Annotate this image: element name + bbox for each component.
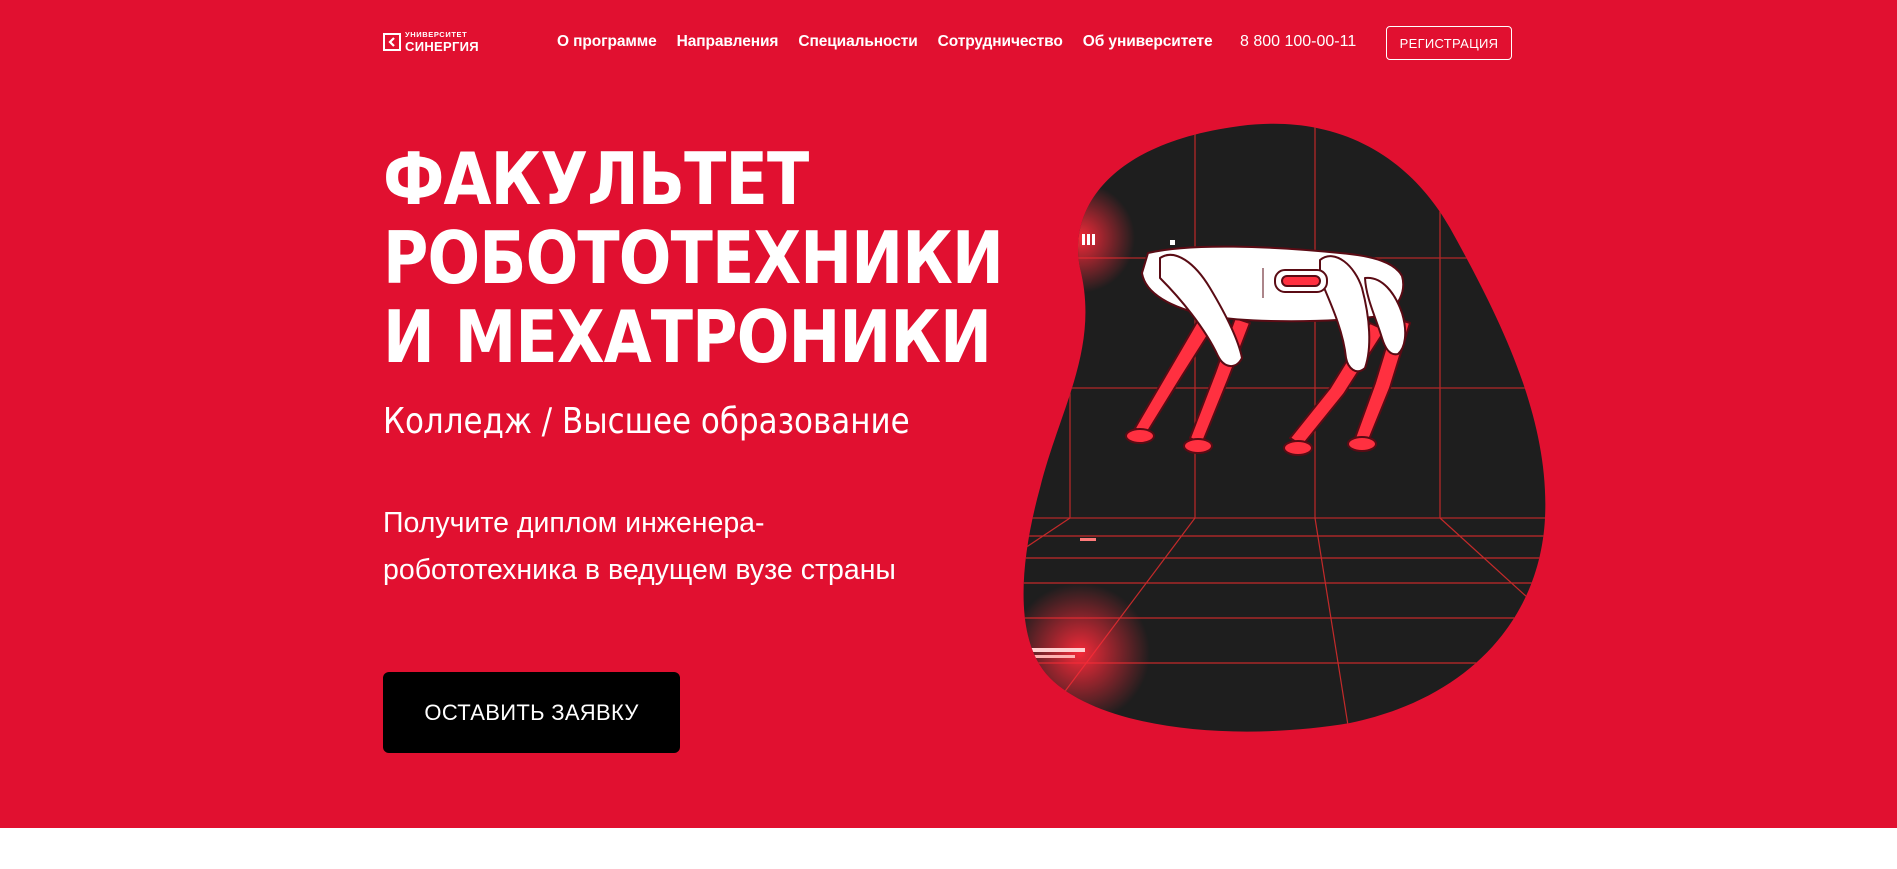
description: Получите диплом инженера- робототехника … (383, 500, 983, 594)
page-title: ФАКУЛЬТЕТ РОБОТОТЕХНИКИ И МЕХАТРОНИКИ (383, 137, 1004, 379)
logo[interactable]: УНИВЕРСИТЕТ СИНЕРГИЯ (383, 30, 479, 54)
title-line: ФАКУЛЬТЕТ (383, 137, 809, 221)
synergy-logo-icon (383, 33, 401, 51)
title-line: И МЕХАТРОНИКИ (383, 295, 992, 379)
nav-item-directions[interactable]: Направления (677, 33, 779, 51)
title-line: РОБОТОТЕХНИКИ (383, 216, 1004, 300)
phone-link[interactable]: 8 800 100-00-11 (1240, 30, 1356, 54)
robot-dog-illustration (1023, 123, 1546, 732)
nav-item-program[interactable]: О программе (557, 33, 657, 51)
logo-text-top: УНИВЕРСИТЕТ (405, 30, 468, 40)
description-line: Получите диплом инженера- (383, 507, 765, 539)
nav-item-cooperation[interactable]: Сотрудничество (938, 33, 1063, 51)
description-line: робототехника в ведущем вузе страны (383, 554, 896, 586)
page-footer-strip (0, 828, 1897, 869)
logo-text-bottom: СИНЕРГИЯ (405, 38, 479, 54)
nav-item-specialties[interactable]: Специальности (798, 33, 917, 51)
main-nav: О программе Направления Специальности Со… (557, 30, 1233, 54)
subtitle: Колледж / Высшее образование (383, 401, 910, 442)
hero-section: УНИВЕРСИТЕТ СИНЕРГИЯ О программе Направл… (0, 0, 1897, 828)
register-button[interactable]: РЕГИСТРАЦИЯ (1386, 26, 1512, 60)
apply-button[interactable]: ОСТАВИТЬ ЗАЯВКУ (383, 672, 680, 753)
nav-item-about[interactable]: Об университете (1083, 33, 1213, 51)
